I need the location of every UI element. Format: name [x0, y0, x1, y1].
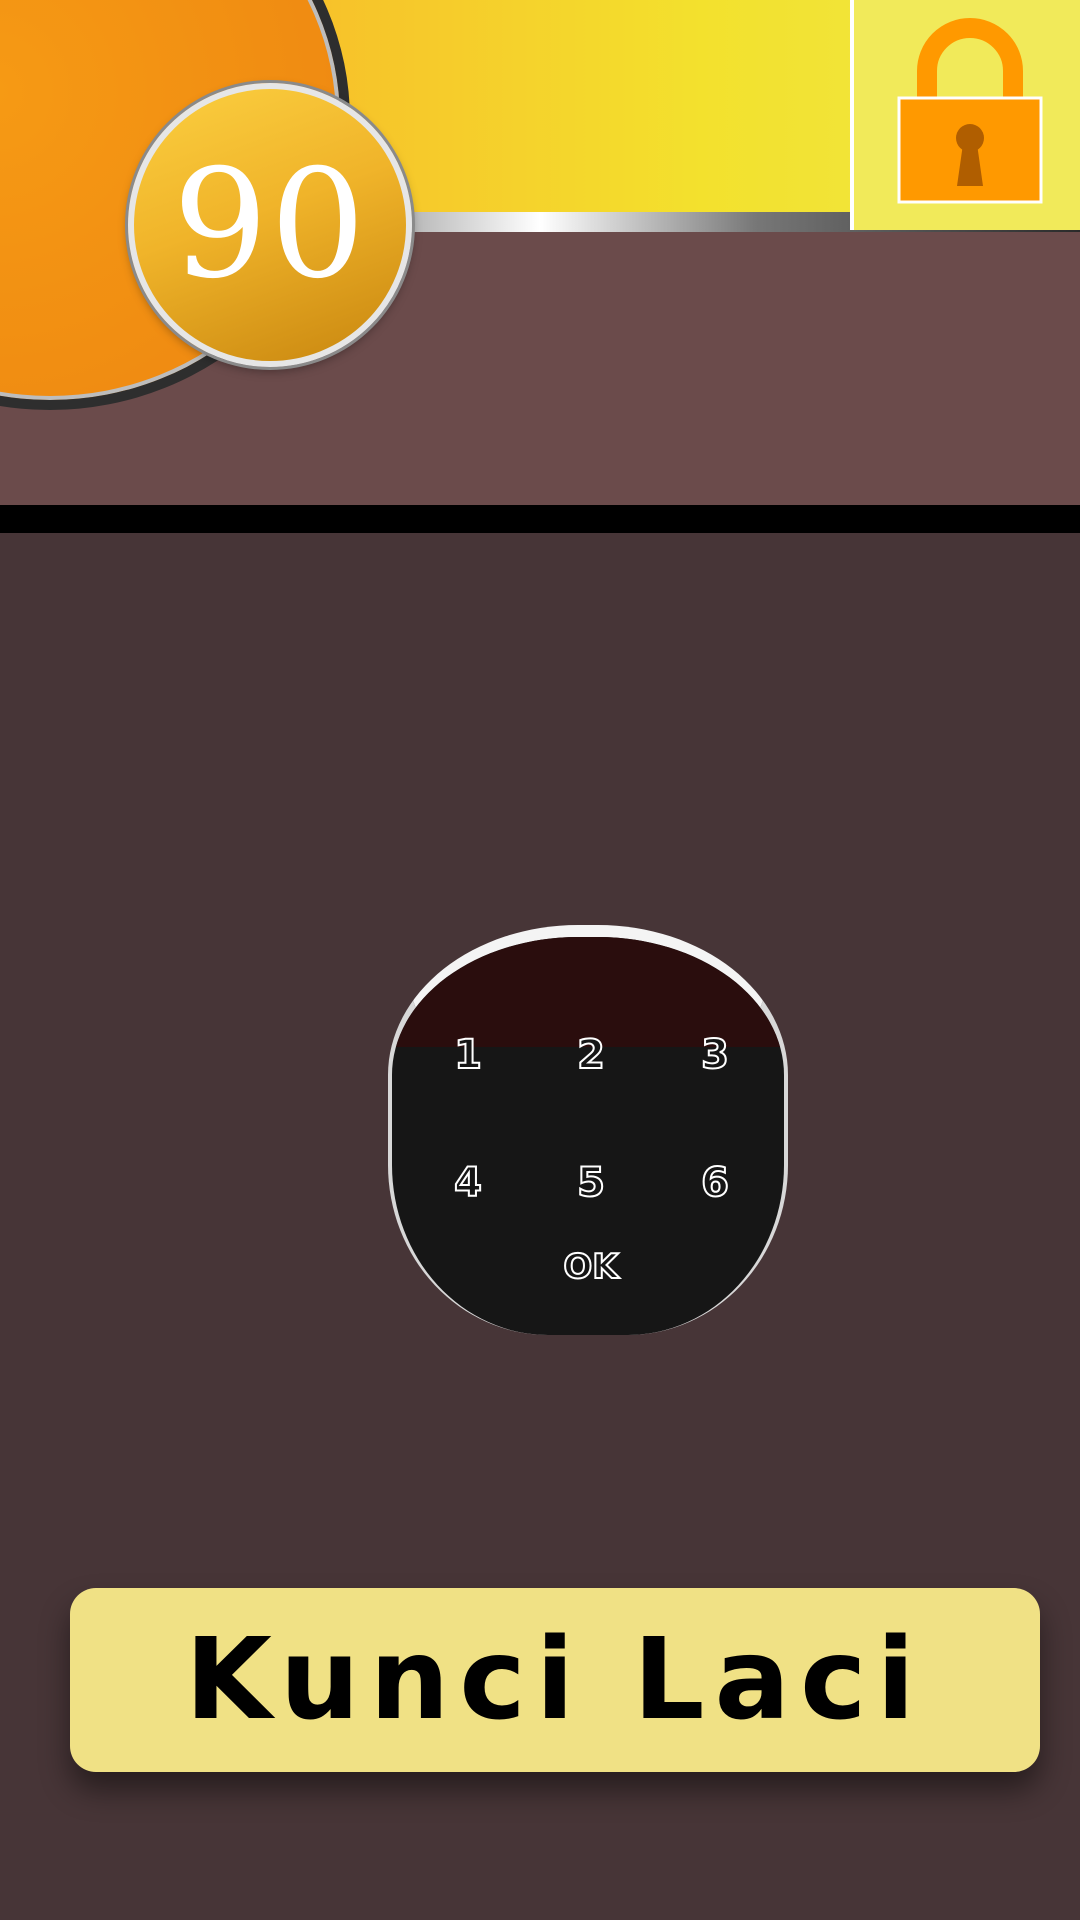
divider-bar: [0, 505, 1080, 533]
key-6[interactable]: 6: [680, 1153, 750, 1213]
key-ok[interactable]: OK: [546, 1237, 636, 1297]
level-number: 90: [172, 138, 368, 312]
key-5[interactable]: 5: [556, 1153, 626, 1213]
key-1[interactable]: 1: [433, 1025, 503, 1085]
level-badge: 90: [128, 83, 412, 367]
key-4[interactable]: 4: [433, 1153, 503, 1213]
key-2[interactable]: 2: [556, 1025, 626, 1085]
drawer-keypad-lock: 1 2 3 4 5 6 OK: [388, 925, 788, 1335]
title-plate: Kunci Laci: [70, 1588, 1040, 1772]
key-3[interactable]: 3: [680, 1025, 750, 1085]
game-screen: 90 1 2 3 4 5 6 OK Kunci Laci: [0, 0, 1080, 1920]
level-title: Kunci Laci: [185, 1615, 925, 1745]
padlock-icon: [897, 18, 1043, 204]
